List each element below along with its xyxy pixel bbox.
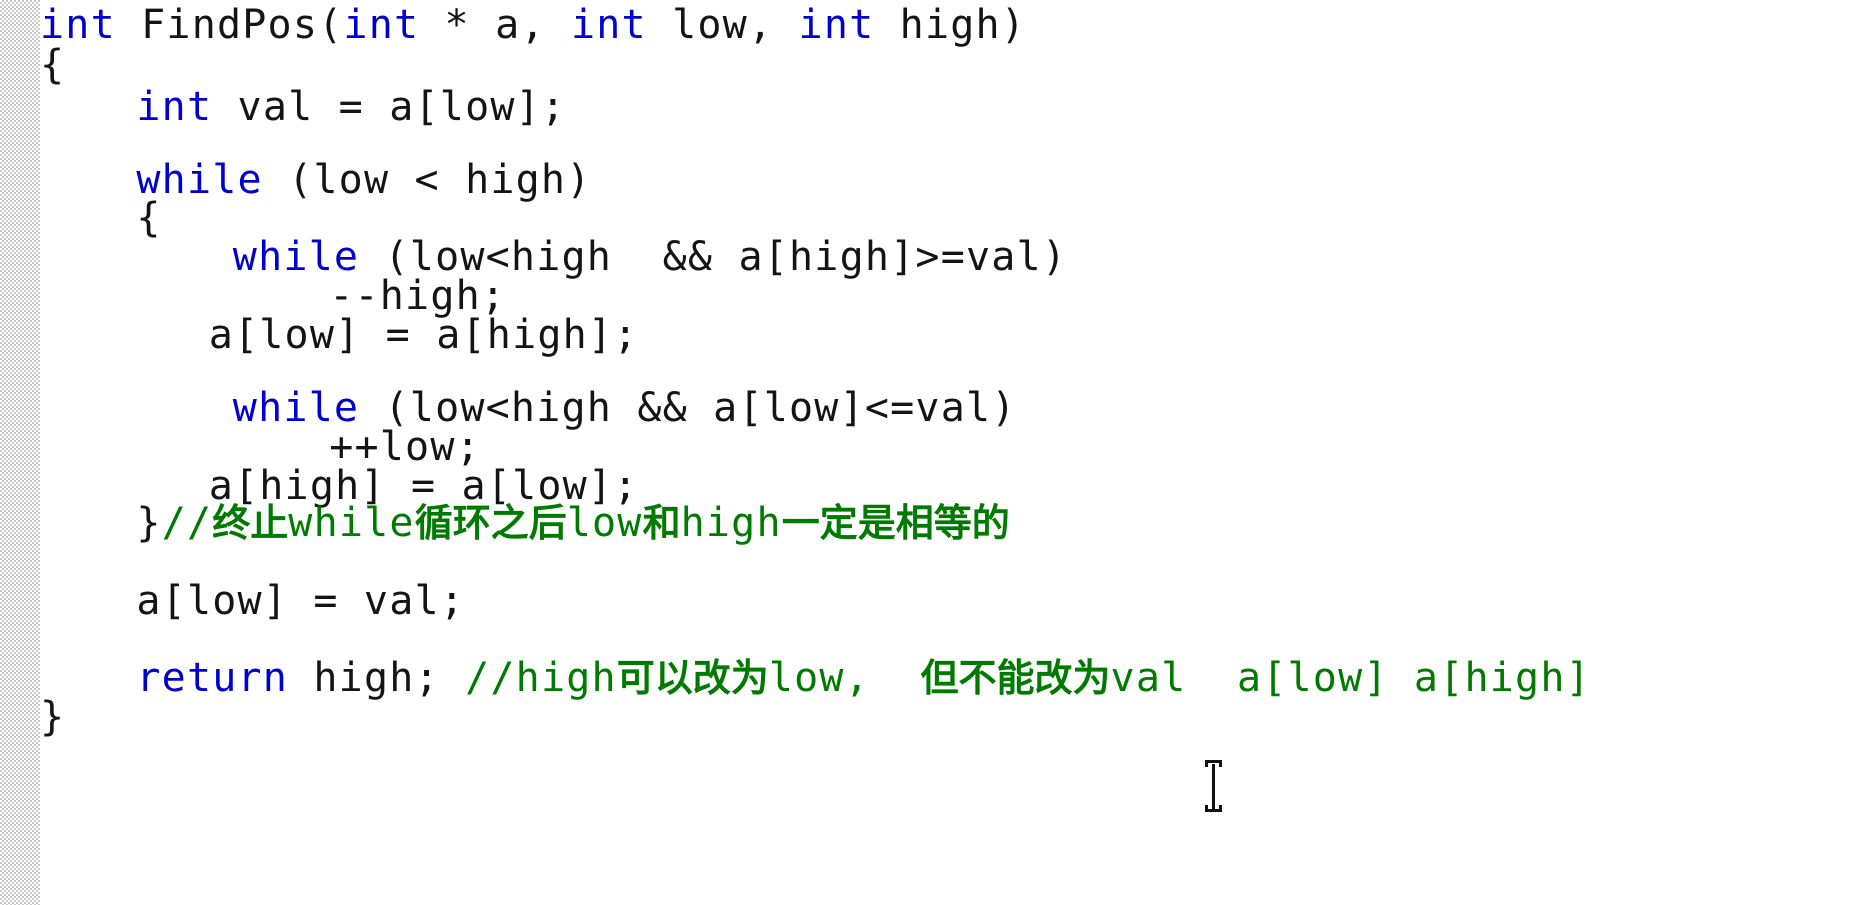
- code-keyword: return: [136, 655, 289, 701]
- code-line[interactable]: int val = a[low];: [136, 84, 566, 130]
- code-text: val = a[low];: [212, 84, 567, 130]
- code-comment: low,: [768, 655, 921, 701]
- code-keyword: int: [570, 2, 647, 48]
- code-line[interactable]: return high; //high可以改为low, 但不能改为val a[l…: [136, 655, 1591, 701]
- code-comment: low: [566, 500, 643, 546]
- code-line[interactable]: {: [40, 42, 65, 88]
- code-line[interactable]: int FindPos(int * a, int low, int high): [40, 2, 1026, 48]
- code-text: FindPos(: [115, 2, 344, 48]
- code-text: a[low] = a[high];: [208, 312, 639, 358]
- code-comment: 循环之后: [414, 501, 567, 545]
- code-comment: while: [288, 500, 415, 546]
- code-comment: //: [465, 655, 516, 701]
- code-editor-window: int FindPos(int * a, int low, int high){…: [0, 0, 1858, 905]
- code-text: high;: [288, 655, 466, 701]
- code-comment: high: [680, 500, 782, 546]
- code-text: {: [136, 195, 162, 241]
- code-comment: 一定是相等的: [781, 501, 1010, 545]
- code-line[interactable]: {: [136, 195, 161, 241]
- code-text: }: [136, 500, 162, 546]
- code-line[interactable]: a[low] = val;: [136, 578, 465, 624]
- code-text: * a,: [419, 2, 571, 48]
- code-text: low,: [646, 2, 799, 48]
- code-keyword: int: [798, 2, 875, 48]
- code-text-surface[interactable]: int FindPos(int * a, int low, int high){…: [0, 0, 1858, 905]
- code-text: (low < high): [262, 157, 592, 203]
- code-line[interactable]: }: [40, 694, 65, 740]
- code-text: }: [40, 694, 66, 740]
- code-comment: high: [515, 655, 617, 701]
- code-comment: val a[low] a[high]: [1110, 655, 1591, 701]
- selection-margin[interactable]: [0, 0, 40, 905]
- code-comment: //: [161, 500, 213, 546]
- code-comment: 和: [642, 501, 681, 545]
- code-text: a[low] = val;: [136, 578, 466, 624]
- code-keyword: int: [343, 2, 420, 48]
- margin-edge-divider: [40, 0, 42, 905]
- code-line[interactable]: while (low < high): [136, 157, 591, 203]
- code-line[interactable]: }//终止while循环之后low和high一定是相等的: [136, 500, 1009, 546]
- code-line[interactable]: a[low] = a[high];: [209, 312, 639, 358]
- code-comment: 终止: [212, 501, 289, 545]
- code-comment: 可以改为: [616, 656, 769, 700]
- code-text: {: [40, 42, 66, 88]
- code-text: high): [874, 2, 1027, 48]
- code-keyword: int: [136, 84, 213, 130]
- code-comment: 但不能改为: [920, 656, 1111, 700]
